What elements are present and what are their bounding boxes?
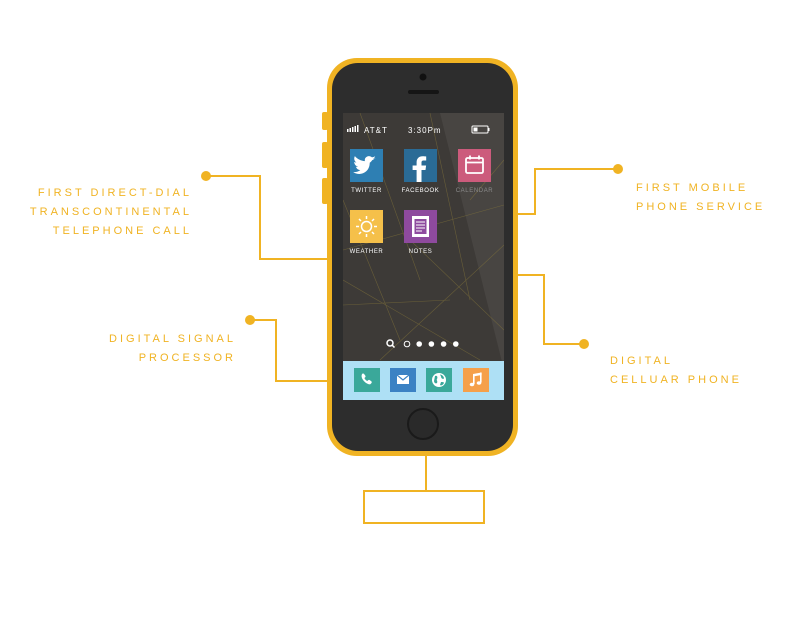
screen: AT&T 3:30Pm TWITTER FACEBOOK CALENDAR WE… — [343, 113, 504, 400]
callout-left-bottom: DIGITAL SIGNAL PROCESSOR — [109, 330, 236, 368]
callout-left-bottom-line-2: PROCESSOR — [138, 352, 236, 364]
weather-app-icon[interactable] — [350, 210, 383, 243]
page-dot[interactable] — [416, 341, 423, 347]
earpiece-speaker — [408, 90, 439, 94]
connector-right-top — [518, 168, 618, 215]
connector-dot-right-top — [613, 164, 623, 174]
connector-left-top — [206, 175, 327, 260]
app-label-weather: WEATHER — [350, 249, 384, 255]
connector-right-bottom — [518, 274, 584, 345]
carrier-label: AT&T — [364, 126, 388, 135]
dock-music[interactable] — [463, 368, 489, 392]
callout-right-bottom-line-1: DIGITAL — [610, 355, 673, 367]
callout-left-top-line-3: TELEPHONE CALL — [52, 225, 192, 237]
calendar-app-icon[interactable] — [458, 149, 491, 182]
callout-right-top-line-2: PHONE SERVICE — [636, 201, 766, 213]
connector-dot-left-bottom — [245, 315, 255, 325]
app-twitter[interactable]: TWITTER — [350, 149, 383, 194]
page-dot[interactable] — [440, 341, 447, 347]
page-dot[interactable] — [428, 341, 435, 347]
callout-right-bottom-line-2: CELLUAR PHONE — [610, 374, 742, 386]
page-dot[interactable] — [453, 341, 459, 347]
clock: 3:30Pm — [408, 126, 442, 135]
mail-icon — [396, 374, 410, 384]
dock-phone[interactable] — [354, 368, 380, 392]
callout-right-top-line-1: FIRST MOBILE — [636, 182, 749, 194]
dock-phone-app-icon[interactable] — [354, 368, 380, 392]
connector-left-bottom — [250, 319, 327, 382]
callout-left-bottom-line-1: DIGITAL SIGNAL — [109, 333, 236, 345]
phone: AT&T 3:30Pm TWITTER FACEBOOK CALENDAR WE… — [327, 58, 518, 456]
globe-icon — [432, 373, 446, 387]
dock-browser[interactable] — [426, 368, 452, 392]
callout-right-top: FIRST MOBILE PHONE SERVICE — [636, 179, 765, 217]
app-weather[interactable]: WEATHER — [350, 210, 384, 255]
dock-music-app-icon[interactable] — [463, 368, 489, 392]
callout-left-top-line-1: FIRST DIRECT-DIAL — [37, 187, 192, 199]
empty-label-box — [363, 490, 485, 524]
dock-mail[interactable] — [390, 368, 416, 392]
connector-dot-right-bottom — [579, 339, 589, 349]
callout-right-bottom: DIGITAL CELLUAR PHONE — [610, 352, 742, 390]
notes-icon — [412, 216, 429, 237]
connector-dot-left-top — [201, 171, 211, 181]
app-label-notes: NOTES — [409, 249, 433, 255]
app-facebook[interactable]: FACEBOOK — [402, 149, 440, 194]
app-label-calendar: CALENDAR — [456, 188, 494, 194]
front-camera — [419, 73, 427, 81]
app-notes[interactable]: NOTES — [404, 210, 437, 255]
app-label-twitter: TWITTER — [351, 188, 382, 194]
app-calendar[interactable]: CALENDAR — [456, 149, 494, 194]
dock — [343, 361, 504, 400]
app-label-facebook: FACEBOOK — [402, 188, 440, 194]
home-button[interactable] — [407, 408, 439, 440]
callout-left-top-line-2: TRANSCONTINENTAL — [29, 206, 192, 218]
phone-diagram: AT&T 3:30Pm TWITTER FACEBOOK CALENDAR WE… — [201, 58, 623, 524]
callout-left-top: FIRST DIRECT-DIAL TRANSCONTINENTAL TELEP… — [30, 184, 192, 241]
